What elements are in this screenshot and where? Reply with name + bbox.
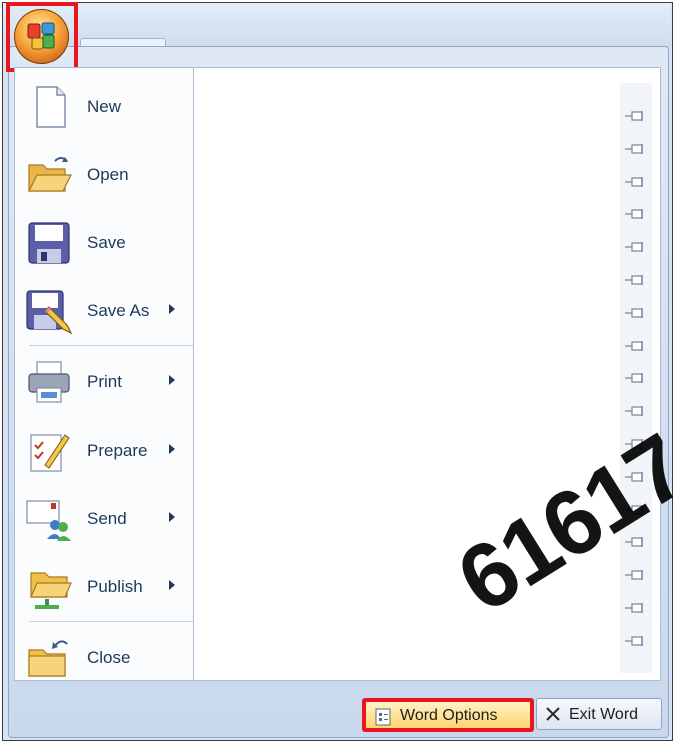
pin-icon[interactable] (624, 601, 648, 615)
pin-icon[interactable] (624, 437, 648, 451)
menu-item-label: Prepare (87, 441, 148, 460)
close-x-icon (546, 707, 560, 721)
pin-icon[interactable] (624, 470, 648, 484)
pin-icon[interactable] (624, 339, 648, 353)
menu-item-new[interactable]: New (15, 73, 193, 139)
menu-item-label: New (87, 97, 122, 116)
options-icon (375, 708, 391, 726)
menu-item-label: Save (87, 233, 126, 252)
close-folder-icon (28, 640, 68, 677)
open-folder-icon (28, 157, 72, 192)
send-icon (26, 500, 71, 541)
menu-item-send[interactable]: Send (15, 485, 193, 551)
publish-icon (30, 572, 72, 609)
floppy-disk-icon (28, 222, 70, 264)
submenu-arrow-icon (169, 375, 175, 385)
menu-item-save-as[interactable]: Save As (15, 277, 193, 343)
pin-icon[interactable] (624, 634, 648, 648)
submenu-arrow-icon (169, 580, 175, 590)
exit-word-label: Exit Word (569, 706, 639, 723)
pin-icon[interactable] (624, 207, 648, 221)
menu-item-label: Open (87, 165, 129, 184)
pin-icon[interactable] (624, 404, 648, 418)
prepare-icon (30, 434, 70, 472)
pin-icon[interactable] (624, 568, 648, 582)
menu-item-close[interactable]: Close (15, 624, 193, 690)
menu-item-prepare[interactable]: Prepare (15, 417, 193, 483)
submenu-arrow-icon (169, 512, 175, 522)
pin-icon[interactable] (624, 503, 648, 517)
pin-icon[interactable] (624, 175, 648, 189)
pin-icon[interactable] (624, 142, 648, 156)
pin-icon[interactable] (624, 273, 648, 287)
menu-item-label: Print (87, 372, 122, 391)
pin-icon[interactable] (624, 240, 648, 254)
menu-item-publish[interactable]: Publish (15, 553, 193, 619)
menu-separator (29, 621, 193, 622)
menu-item-label: Close (87, 648, 131, 667)
pin-column (620, 83, 652, 673)
menu-footer: Word Options Exit Word (14, 684, 666, 734)
command-list: New Open Save Save As Print Prepare Send… (14, 67, 194, 681)
menu-item-label: Save As (87, 301, 150, 320)
office-button[interactable] (14, 9, 69, 64)
menu-separator (29, 345, 193, 346)
menu-item-label: Send (87, 509, 127, 528)
menu-item-save[interactable]: Save (15, 209, 193, 275)
pin-icon[interactable] (624, 109, 648, 123)
word-options-button[interactable]: Word Options (362, 698, 534, 732)
pin-icon[interactable] (624, 306, 648, 320)
menu-item-label: Publish (87, 577, 143, 596)
pin-icon[interactable] (624, 371, 648, 385)
submenu-arrow-icon (169, 304, 175, 314)
office-logo-icon (27, 22, 55, 50)
pin-icon[interactable] (624, 535, 648, 549)
printer-icon (28, 361, 70, 403)
menu-item-open[interactable]: Open (15, 141, 193, 207)
save-as-icon (26, 290, 73, 335)
word-options-label: Word Options (400, 707, 498, 724)
new-document-icon (36, 86, 66, 128)
exit-word-button[interactable]: Exit Word (536, 698, 662, 730)
submenu-arrow-icon (169, 444, 175, 454)
menu-item-print[interactable]: Print (15, 348, 193, 414)
recent-documents-panel (194, 67, 661, 681)
